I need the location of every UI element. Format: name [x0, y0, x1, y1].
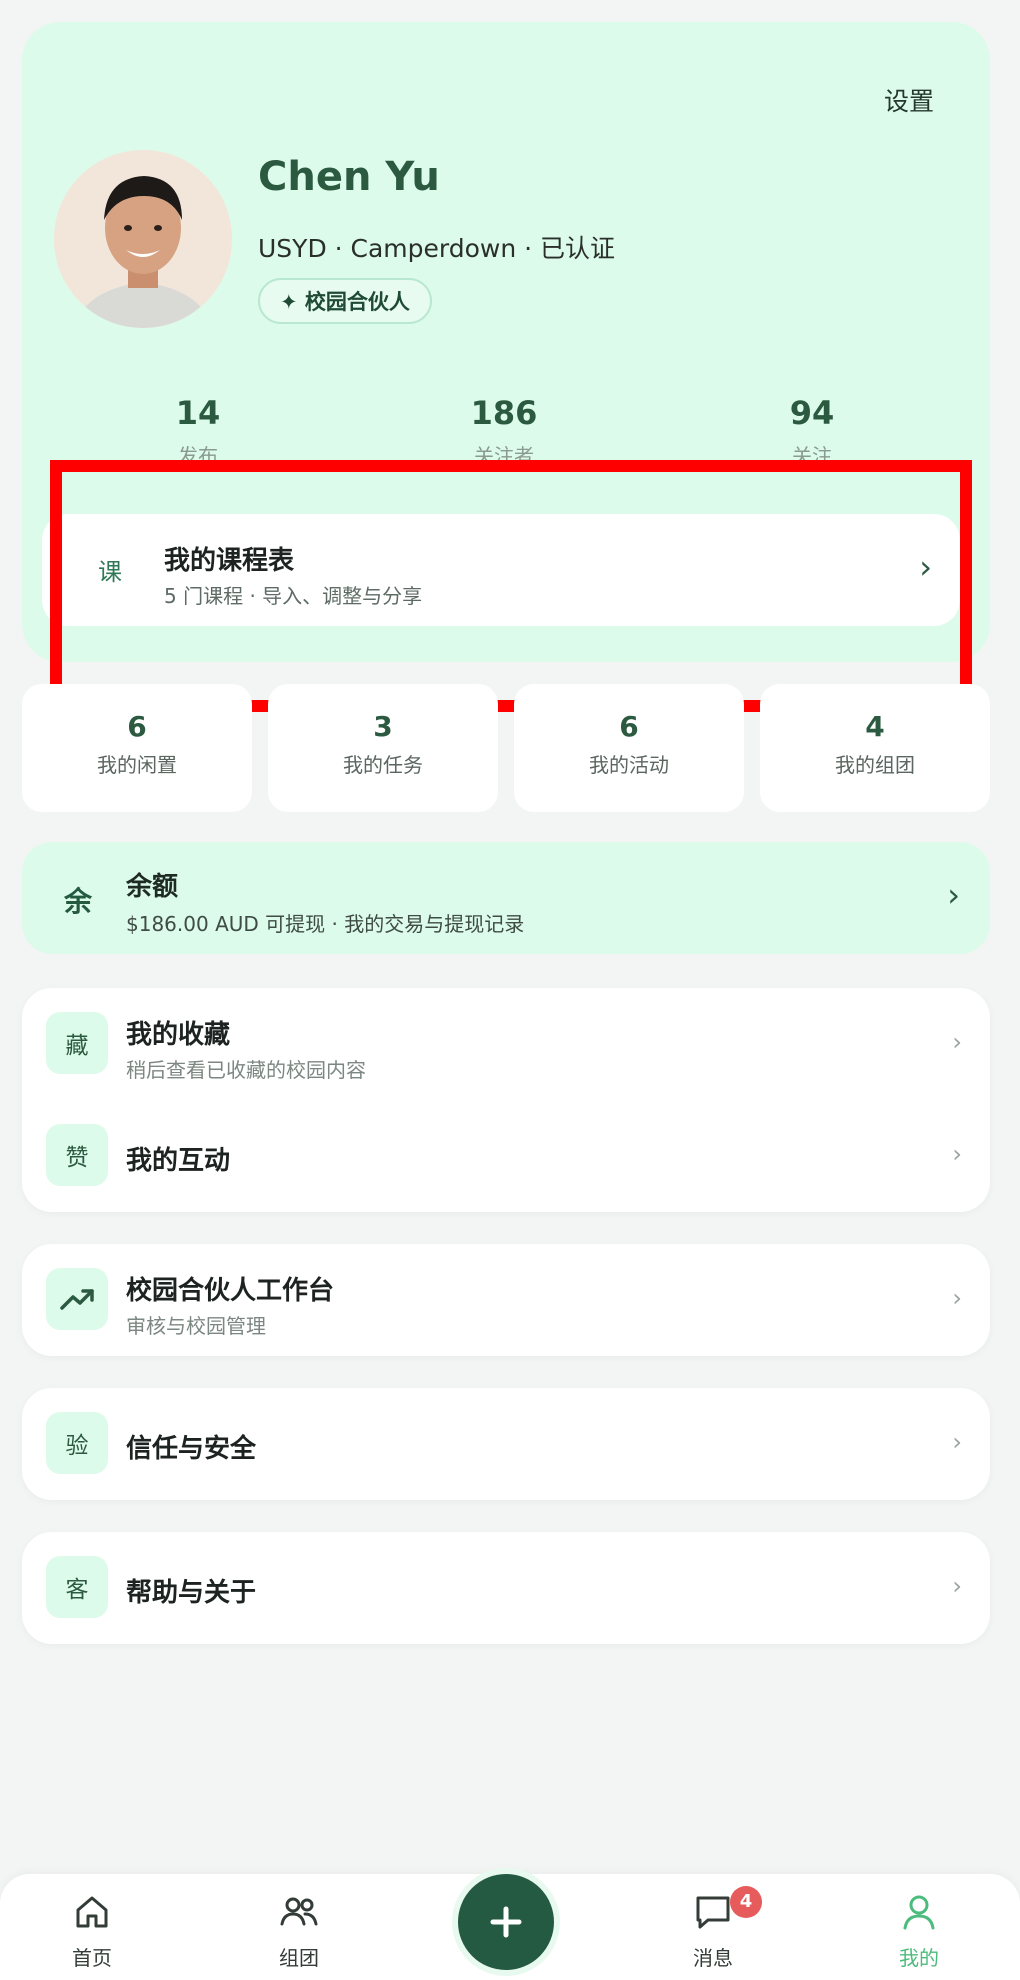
tile-tasks[interactable]: 3 我的任务 — [268, 684, 498, 812]
trust-card: 验 信任与安全 › — [22, 1388, 990, 1500]
create-post-button[interactable] — [452, 1868, 560, 1976]
course-schedule-card[interactable]: 课 我的课程表 5 门课程 · 导入、调整与分享 › — [42, 514, 960, 626]
balance-icon: 余 — [64, 885, 93, 918]
stat-posts-value: 14 — [175, 394, 221, 432]
avatar[interactable] — [54, 150, 232, 328]
tile-label: 我的组团 — [835, 753, 915, 777]
stat-followers-label: 关注者 — [474, 444, 534, 468]
tile-label: 我的任务 — [343, 753, 423, 777]
tile-groups[interactable]: 4 我的组团 — [760, 684, 990, 812]
chat-icon — [696, 1896, 730, 1929]
nav-home-label: 首页 — [72, 1946, 112, 1970]
stat-following-label: 关注 — [792, 444, 832, 468]
tile-activities[interactable]: 6 我的活动 — [514, 684, 744, 812]
partner-title: 校园合伙人工作台 — [126, 1276, 335, 1306]
balance-card[interactable]: 余 余额 $186.00 AUD 可提现 · 我的交易与提现记录 › — [22, 842, 990, 954]
help-card: 客 帮助与关于 › — [22, 1532, 990, 1644]
messages-badge: 4 — [730, 1886, 762, 1918]
user-school-status: USYD · Camperdown · 已认证 — [258, 234, 616, 263]
tile-value: 4 — [865, 710, 885, 743]
favorites-desc: 稍后查看已收藏的校园内容 — [126, 1058, 366, 1082]
partner-desc: 审核与校园管理 — [126, 1314, 266, 1338]
favorites-row[interactable]: 藏 我的收藏 稍后查看已收藏的校园内容 › — [22, 988, 990, 1100]
balance-title: 余额 — [126, 872, 179, 902]
partner-workspace-row[interactable]: 校园合伙人工作台 审核与校园管理 › — [22, 1244, 990, 1356]
home-icon — [76, 1896, 108, 1928]
stat-posts-label: 发布 — [178, 444, 218, 468]
group-icon — [280, 1897, 318, 1926]
chevron-right-icon: › — [952, 1572, 962, 1600]
settings-link[interactable]: 设置 — [884, 82, 934, 118]
chevron-right-icon: › — [952, 1284, 962, 1312]
tile-value: 6 — [619, 710, 639, 743]
interactions-icon: 赞 — [46, 1124, 108, 1186]
trust-safety-row[interactable]: 验 信任与安全 › — [22, 1388, 990, 1500]
help-about-row[interactable]: 客 帮助与关于 › — [22, 1532, 990, 1644]
interactions-title: 我的互动 — [126, 1146, 231, 1176]
stat-following[interactable]: 94 关注 — [722, 394, 902, 469]
nav-home[interactable]: 首页 — [27, 1892, 157, 1971]
course-title: 我的课程表 — [164, 546, 295, 576]
tile-label: 我的闲置 — [97, 753, 177, 777]
tile-idle-items[interactable]: 6 我的闲置 — [22, 684, 252, 812]
trust-title: 信任与安全 — [126, 1434, 257, 1464]
user-name: Chen Yu — [258, 154, 440, 200]
tile-value: 6 — [127, 710, 147, 743]
activity-card: 藏 我的收藏 稍后查看已收藏的校园内容 › 赞 我的互动 › — [22, 988, 990, 1212]
nav-profile-label: 我的 — [899, 1946, 939, 1970]
interactions-row[interactable]: 赞 我的互动 › — [22, 1100, 990, 1212]
nav-groups[interactable]: 组团 — [234, 1892, 364, 1971]
profile-icon — [903, 1895, 935, 1930]
profile-stats: 14 发布 186 关注者 94 关注 — [22, 394, 990, 474]
course-desc: 5 门课程 · 导入、调整与分享 — [164, 584, 423, 608]
stat-followers[interactable]: 186 关注者 — [414, 394, 594, 469]
tile-label: 我的活动 — [589, 753, 669, 777]
nav-groups-label: 组团 — [279, 1946, 319, 1970]
stat-following-value: 94 — [789, 394, 835, 432]
partner-badge-label: ✦ 校园合伙人 — [280, 290, 410, 314]
favorites-title: 我的收藏 — [126, 1020, 231, 1050]
chevron-right-icon: › — [947, 876, 960, 914]
trust-icon: 验 — [46, 1412, 108, 1474]
stat-followers-value: 186 — [470, 394, 538, 432]
plus-icon — [490, 1906, 522, 1938]
partner-card: 校园合伙人工作台 审核与校园管理 › — [22, 1244, 990, 1356]
help-title: 帮助与关于 — [126, 1578, 257, 1608]
balance-desc: $186.00 AUD 可提现 · 我的交易与提现记录 — [126, 912, 525, 936]
nav-messages-label: 消息 — [693, 1946, 733, 1970]
chevron-right-icon: › — [952, 1140, 962, 1168]
stat-posts[interactable]: 14 发布 — [108, 394, 288, 469]
course-icon: 课 — [98, 558, 122, 586]
partner-badge[interactable]: ✦ 校园合伙人 — [258, 278, 432, 324]
chevron-right-icon: › — [952, 1428, 962, 1456]
chevron-right-icon: › — [952, 1028, 962, 1056]
help-icon: 客 — [46, 1556, 108, 1618]
trend-up-icon — [46, 1268, 108, 1330]
favorites-icon: 藏 — [46, 1012, 108, 1074]
profile-page: 设置 Chen Yu USYD · Camperdown · 已认证 ✦ 校园合… — [0, 0, 1020, 1980]
avatar-illustration — [54, 150, 232, 328]
nav-profile[interactable]: 我的 — [854, 1892, 984, 1971]
tile-value: 3 — [373, 710, 393, 743]
chevron-right-icon: › — [919, 548, 932, 586]
